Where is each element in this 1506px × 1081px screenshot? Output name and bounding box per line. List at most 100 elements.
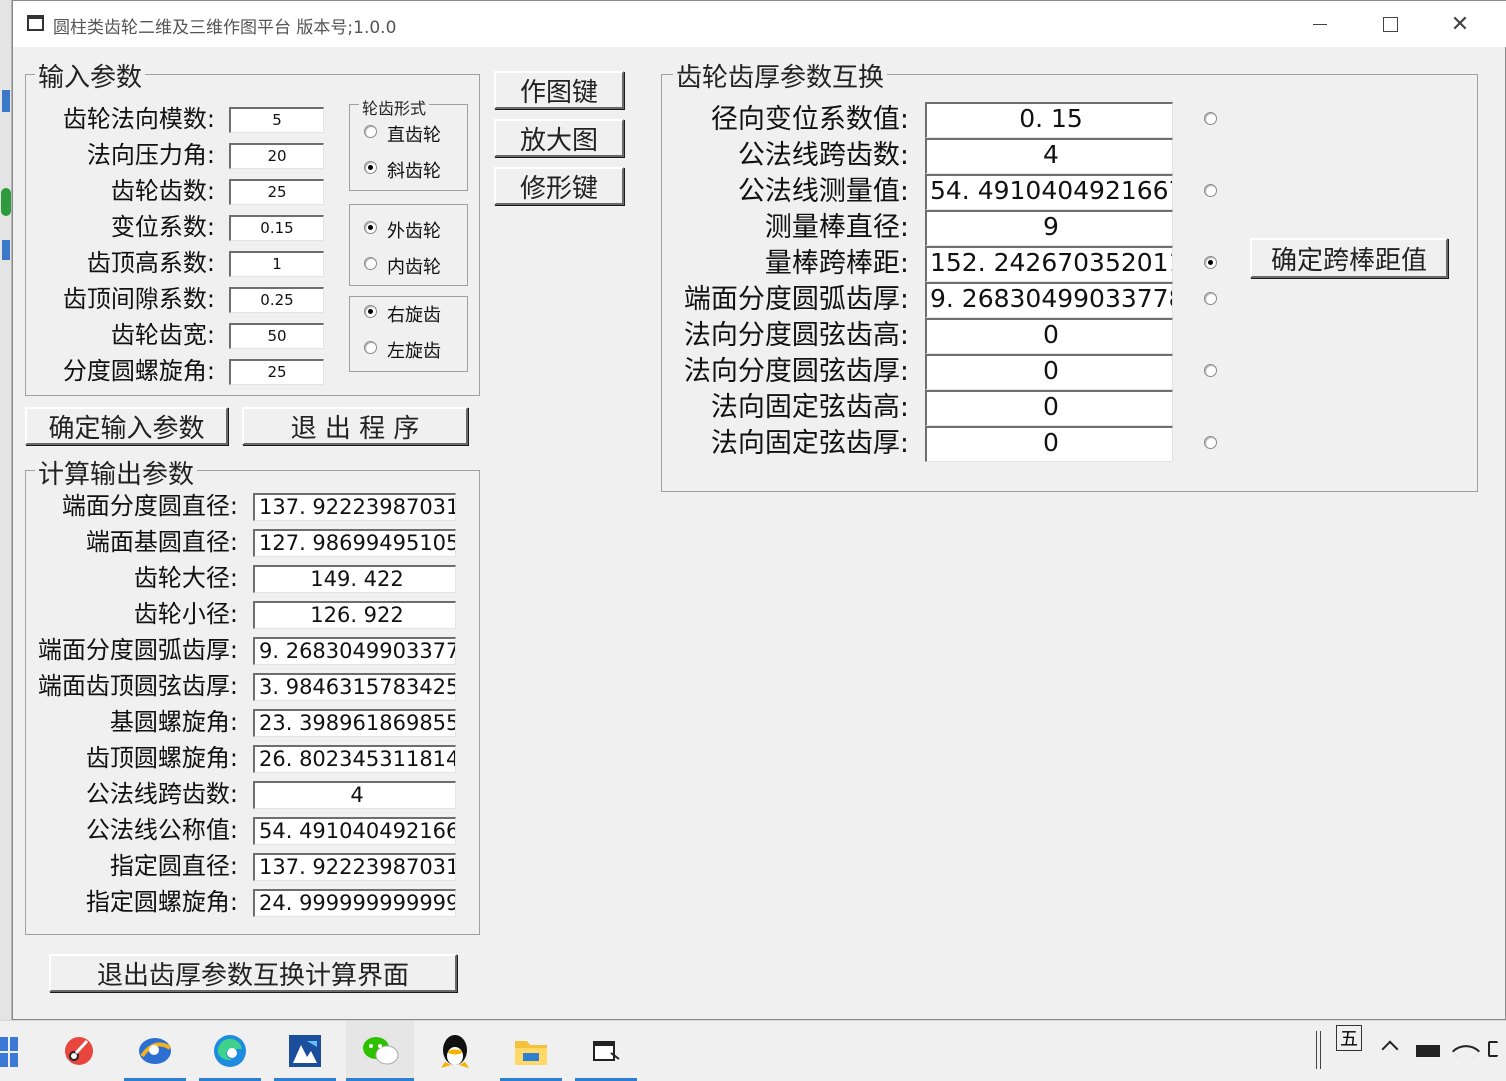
confirm-input-button[interactable]: 确定输入参数 — [25, 407, 228, 445]
ime-indicator[interactable]: 五 — [1336, 1025, 1362, 1051]
qq-icon[interactable] — [424, 1021, 486, 1081]
output-param-field: 9. 26830499033778 — [253, 637, 456, 665]
thickness-select-radio[interactable] — [1204, 112, 1217, 125]
gear-app-icon[interactable] — [575, 1021, 637, 1081]
snipping-tool-icon[interactable] — [48, 1021, 110, 1081]
maximize-icon — [1382, 16, 1398, 32]
input-param-field[interactable]: 0.15 — [229, 215, 324, 241]
output-param-label: 端面分度圆弧齿厚: — [37, 636, 238, 664]
wifi-icon[interactable] — [1451, 1036, 1481, 1066]
thickness-interchange-title: 齿轮齿厚参数互换 — [673, 57, 888, 94]
input-param-field[interactable]: 20 — [229, 143, 324, 169]
output-param-label: 基圆螺旋角: — [109, 708, 238, 736]
output-param-label: 端面齿顶圆弦齿厚: — [37, 672, 238, 700]
thickness-param-field[interactable]: 0 — [925, 354, 1173, 390]
maximize-button[interactable] — [1355, 1, 1425, 47]
output-params-title: 计算输出参数 — [35, 454, 198, 491]
thickness-param-label: 法向分度圆弦齿高: — [683, 320, 909, 351]
thickness-param-label: 法向分度圆弦齿厚: — [683, 356, 909, 387]
input-param-label: 分度圆螺旋角: — [62, 357, 215, 385]
file-explorer-icon[interactable] — [500, 1021, 562, 1081]
spur-gear-label[interactable]: 直齿轮 — [387, 121, 441, 147]
output-param-field: 137. 922239870311 — [253, 853, 456, 881]
input-param-field[interactable]: 0.25 — [229, 287, 324, 313]
background-edge-mark — [1, 188, 11, 216]
right-hand-helix-radio[interactable] — [364, 305, 377, 318]
thickness-param-label: 公法线测量值: — [737, 176, 909, 207]
thickness-param-field[interactable]: 0 — [925, 318, 1173, 354]
thickness-param-label: 法向固定弦齿厚: — [710, 428, 909, 459]
thickness-param-label: 法向固定弦齿高: — [710, 392, 909, 423]
right-hand-helix-label[interactable]: 右旋齿 — [387, 301, 441, 327]
thickness-select-radio[interactable] — [1204, 184, 1217, 197]
output-param-label: 指定圆直径: — [109, 852, 238, 880]
output-param-field: 126. 922 — [253, 601, 456, 629]
volume-icon[interactable] — [1488, 1041, 1498, 1057]
taskbar-separator — [1316, 1031, 1321, 1069]
thickness-param-field[interactable]: 54. 4910404921667 — [925, 174, 1173, 210]
internal-gear-radio[interactable] — [364, 257, 377, 270]
output-param-field: 26. 8023453118146 — [253, 745, 456, 773]
input-param-field[interactable]: 1 — [229, 251, 324, 277]
zoom-button[interactable]: 放大图 — [494, 119, 624, 157]
close-icon: ✕ — [1450, 11, 1470, 37]
input-param-label: 齿顶高系数: — [86, 249, 215, 277]
output-param-field: 137. 922239870311 — [253, 493, 456, 521]
thickness-param-field[interactable]: 9. 26830499033778 — [925, 282, 1173, 318]
output-param-field: 149. 422 — [253, 565, 456, 593]
output-param-field: 24. 9999999999999 — [253, 889, 456, 917]
thickness-param-field[interactable]: 152. 242670352011 — [925, 246, 1173, 282]
app-icon — [27, 15, 44, 31]
input-param-field[interactable]: 25 — [229, 179, 324, 205]
output-param-label: 端面分度圆直径: — [61, 492, 238, 520]
exit-thickness-calc-button[interactable]: 退出齿厚参数互换计算界面 — [49, 954, 457, 992]
internal-gear-label[interactable]: 内齿轮 — [387, 253, 441, 279]
input-param-label: 齿顶间隙系数: — [62, 285, 215, 313]
thickness-select-radio[interactable] — [1204, 364, 1217, 377]
thickness-param-field[interactable]: 0. 15 — [925, 102, 1173, 138]
thickness-param-label: 公法线跨齿数: — [737, 140, 909, 171]
tooth-form-title: 轮齿形式 — [359, 95, 430, 119]
helical-gear-label[interactable]: 斜齿轮 — [387, 157, 441, 183]
modify-button[interactable]: 修形键 — [494, 167, 624, 205]
minimize-button[interactable] — [1285, 1, 1355, 47]
input-param-label: 齿轮齿宽: — [110, 321, 215, 349]
thickness-select-radio[interactable] — [1204, 256, 1217, 269]
input-param-field[interactable]: 5 — [229, 107, 324, 133]
helical-gear-radio[interactable] — [364, 161, 377, 174]
photo-app-icon[interactable] — [274, 1021, 336, 1081]
wechat-icon[interactable] — [346, 1021, 414, 1081]
thickness-select-radio[interactable] — [1204, 292, 1217, 305]
external-gear-radio[interactable] — [364, 221, 377, 234]
chevron-up-icon[interactable] — [1381, 1040, 1399, 1058]
close-button[interactable]: ✕ — [1425, 1, 1495, 47]
draw-button[interactable]: 作图键 — [494, 71, 624, 109]
input-param-label: 齿轮齿数: — [110, 177, 215, 205]
left-hand-helix-label[interactable]: 左旋齿 — [387, 337, 441, 363]
input-param-label: 变位系数: — [110, 213, 215, 241]
exit-program-button[interactable]: 退 出 程 序 — [242, 407, 468, 445]
confirm-pin-distance-button[interactable]: 确定跨棒距值 — [1250, 238, 1448, 278]
battery-icon[interactable] — [1416, 1045, 1440, 1057]
minimize-icon — [1313, 23, 1327, 25]
output-param-field: 3. 98463157834256 — [253, 673, 456, 701]
output-param-field: 127. 986994951059 — [253, 529, 456, 557]
media-player-icon[interactable] — [124, 1021, 186, 1081]
left-hand-helix-radio[interactable] — [364, 341, 377, 354]
thickness-param-field[interactable]: 9 — [925, 210, 1173, 246]
thickness-param-label: 量棒跨棒距: — [764, 248, 909, 279]
thickness-param-field[interactable]: 0 — [925, 390, 1173, 426]
thickness-select-radio[interactable] — [1204, 436, 1217, 449]
background-edge-mark — [2, 240, 10, 260]
output-param-label: 公法线跨齿数: — [85, 780, 238, 808]
input-param-field[interactable]: 50 — [229, 323, 324, 349]
start-icon[interactable] — [0, 1037, 18, 1067]
thickness-param-field[interactable]: 4 — [925, 138, 1173, 174]
thickness-param-label: 测量棒直径: — [764, 212, 909, 243]
edge-icon[interactable] — [199, 1021, 261, 1081]
thickness-param-field[interactable]: 0 — [925, 426, 1173, 462]
spur-gear-radio[interactable] — [364, 125, 377, 138]
output-param-field: 4 — [253, 781, 456, 809]
input-param-field[interactable]: 25 — [229, 359, 324, 385]
external-gear-label[interactable]: 外齿轮 — [387, 217, 441, 243]
